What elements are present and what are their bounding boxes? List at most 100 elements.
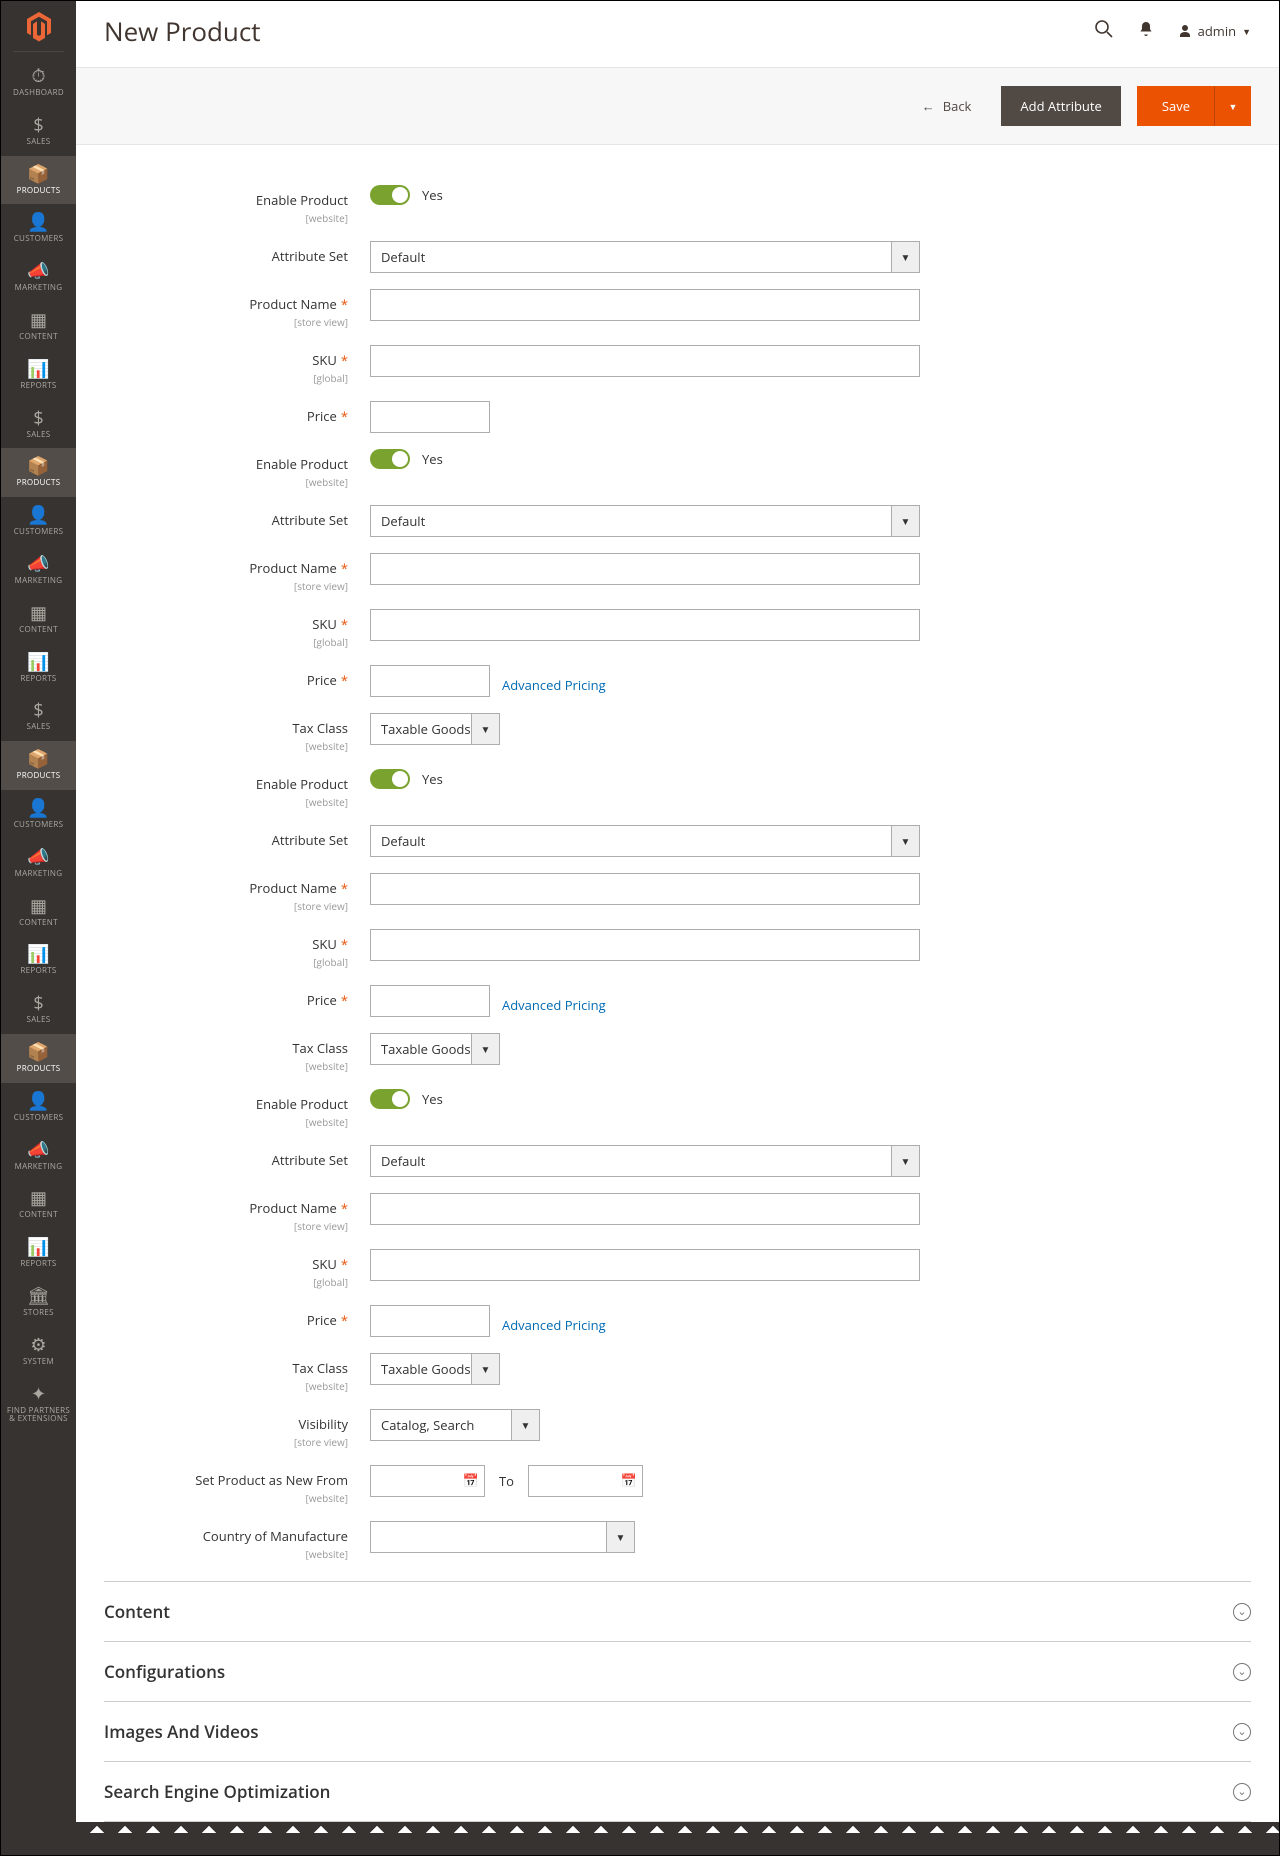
section-configurations[interactable]: Configurations⌄ [104, 1641, 1251, 1701]
section-search-engine-optimization[interactable]: Search Engine Optimization⌄ [104, 1761, 1251, 1821]
price-input[interactable] [370, 1305, 490, 1337]
sidebar-item-sales[interactable]: $SALES [1, 400, 76, 449]
sidebar-item-marketing[interactable]: 📣 MARKETING [1, 253, 76, 302]
sidebar-item-marketing[interactable]: 📣MARKETING [1, 546, 76, 595]
sku-input[interactable] [370, 345, 920, 377]
save-dropdown-button[interactable]: ▼ [1215, 86, 1251, 126]
nav-label: SYSTEM [23, 1358, 54, 1367]
bell-icon[interactable] [1138, 21, 1154, 41]
nav-icon: 📣 [27, 1139, 49, 1161]
sidebar-item-customers[interactable]: 👤CUSTOMERS [1, 204, 76, 253]
sidebar-item-products[interactable]: 📦PRODUCTS [1, 448, 76, 497]
nav-icon: ▦ [30, 309, 47, 331]
product-name-input[interactable] [370, 289, 920, 321]
sidebar-item-marketing[interactable]: 📣MARKETING [1, 839, 76, 888]
advanced-pricing-link[interactable]: Advanced Pricing [502, 996, 606, 1014]
nav-icon: 🏛 [27, 1285, 50, 1307]
nav-label: MARKETING [15, 1163, 63, 1172]
section-images-and-videos[interactable]: Images And Videos⌄ [104, 1701, 1251, 1761]
field-label: Product Name [249, 559, 336, 577]
nav-label: CUSTOMERS [14, 1114, 64, 1123]
sidebar-item-products[interactable]: 📦PRODUCTS [1, 156, 76, 205]
sidebar-item-customers[interactable]: 👤CUSTOMERS [1, 497, 76, 546]
tax-class-select[interactable]: Taxable Goods▼ [370, 1033, 500, 1065]
sidebar-item-reports[interactable]: 📊REPORTS [1, 644, 76, 693]
section-title: Configurations [104, 1660, 225, 1683]
sku-input[interactable] [370, 1249, 920, 1281]
search-icon[interactable] [1094, 19, 1114, 43]
sidebar-item-stores[interactable]: 🏛STORES [1, 1278, 76, 1327]
price-input[interactable] [370, 665, 490, 697]
admin-label: admin [1198, 22, 1236, 40]
country-select[interactable]: ▼ [370, 1521, 635, 1553]
form-row-enable-2: Enable Product[website]Yes [104, 449, 1251, 489]
sidebar-item-sales[interactable]: $SALES [1, 107, 76, 156]
field-label: Price [307, 407, 337, 425]
sidebar-item-system[interactable]: ⚙SYSTEM [1, 1327, 76, 1376]
enable-product-toggle[interactable] [370, 449, 410, 469]
action-toolbar: ← Back Add Attribute Save ▼ [76, 67, 1279, 145]
advanced-pricing-link[interactable]: Advanced Pricing [502, 676, 606, 694]
sidebar-item-find-partners-extensions[interactable]: ✦FIND PARTNERS& EXTENSIONS [1, 1376, 76, 1434]
tax-class-select[interactable]: Taxable Goods▼ [370, 1353, 500, 1385]
admin-menu[interactable]: admin ▼ [1178, 22, 1251, 40]
sidebar-item-dashboard[interactable]: ⏱DASHBOARD [1, 58, 76, 107]
magento-logo[interactable] [1, 1, 76, 51]
form-row-name-3: Product Name*[store view] [104, 873, 1251, 913]
product-name-input[interactable] [370, 1193, 920, 1225]
attribute-set-select[interactable]: Default▼ [370, 241, 920, 273]
save-button[interactable]: Save [1137, 86, 1215, 126]
nav-icon: ▦ [30, 895, 47, 917]
sidebar-item-reports[interactable]: 📊REPORTS [1, 351, 76, 400]
enable-product-toggle[interactable] [370, 769, 410, 789]
product-name-input[interactable] [370, 873, 920, 905]
sidebar-item-products[interactable]: 📦PRODUCTS [1, 741, 76, 790]
sidebar-item-customers[interactable]: 👤CUSTOMERS [1, 790, 76, 839]
back-button[interactable]: ← Back [908, 89, 986, 123]
sidebar-item-customers[interactable]: 👤CUSTOMERS [1, 1083, 76, 1132]
form-row-country: Country of Manufacture[website]▼ [104, 1521, 1251, 1561]
chevron-down-icon: ▼ [606, 1522, 634, 1552]
sidebar-item-sales[interactable]: $SALES [1, 985, 76, 1034]
nav-icon: 📣 [27, 260, 49, 282]
sidebar-item-sales[interactable]: $SALES [1, 692, 76, 741]
product-name-input[interactable] [370, 553, 920, 585]
sidebar-item-content[interactable]: ▦CONTENT [1, 302, 76, 351]
field-label: Set Product as New From [195, 1471, 348, 1489]
nav-label: MARKETING [15, 284, 63, 293]
sidebar-item-reports[interactable]: 📊REPORTS [1, 1229, 76, 1278]
tax-class-select[interactable]: Taxable Goods▼ [370, 713, 500, 745]
price-input[interactable] [370, 401, 490, 433]
advanced-pricing-link[interactable]: Advanced Pricing [502, 1316, 606, 1334]
calendar-icon[interactable]: 📅 [621, 1471, 637, 1489]
sidebar-item-marketing[interactable]: 📣 MARKETING [1, 1132, 76, 1181]
form-row-new-from: Set Product as New From[website]📅To📅 [104, 1465, 1251, 1505]
section-content[interactable]: Content⌄ [104, 1581, 1251, 1641]
form-row-visibility: Visibility[store view]Catalog, Search▼ [104, 1409, 1251, 1449]
enable-product-toggle[interactable] [370, 1089, 410, 1109]
price-input[interactable] [370, 985, 490, 1017]
sidebar-item-products[interactable]: 📦PRODUCTS [1, 1034, 76, 1083]
sidebar-item-content[interactable]: ▦CONTENT [1, 595, 76, 644]
nav-label: REPORTS [20, 675, 56, 684]
nav-icon: 📦 [27, 163, 49, 185]
enable-product-toggle[interactable] [370, 185, 410, 205]
attribute-set-select[interactable]: Default▼ [370, 505, 920, 537]
field-label: Price [307, 991, 337, 1009]
sku-input[interactable] [370, 609, 920, 641]
toggle-yes-label: Yes [422, 1090, 443, 1108]
attribute-set-select[interactable]: Default▼ [370, 1145, 920, 1177]
sidebar-item-content[interactable]: ▦CONTENT [1, 1180, 76, 1229]
nav-icon: 👤 [27, 211, 49, 233]
sidebar-item-content[interactable]: ▦CONTENT [1, 888, 76, 937]
field-label: SKU [312, 615, 337, 633]
form-row-price-2: Price*$Advanced Pricing [104, 665, 1251, 697]
sku-input[interactable] [370, 929, 920, 961]
sidebar-item-reports[interactable]: 📊REPORTS [1, 936, 76, 985]
add-attribute-button[interactable]: Add Attribute [1001, 86, 1120, 126]
visibility-select[interactable]: Catalog, Search▼ [370, 1409, 540, 1441]
chevron-down-icon: ▼ [471, 1354, 499, 1384]
calendar-icon[interactable]: 📅 [463, 1471, 479, 1489]
form-row-enable-1: Enable Product[website]Yes [104, 185, 1251, 225]
attribute-set-select[interactable]: Default▼ [370, 825, 920, 857]
